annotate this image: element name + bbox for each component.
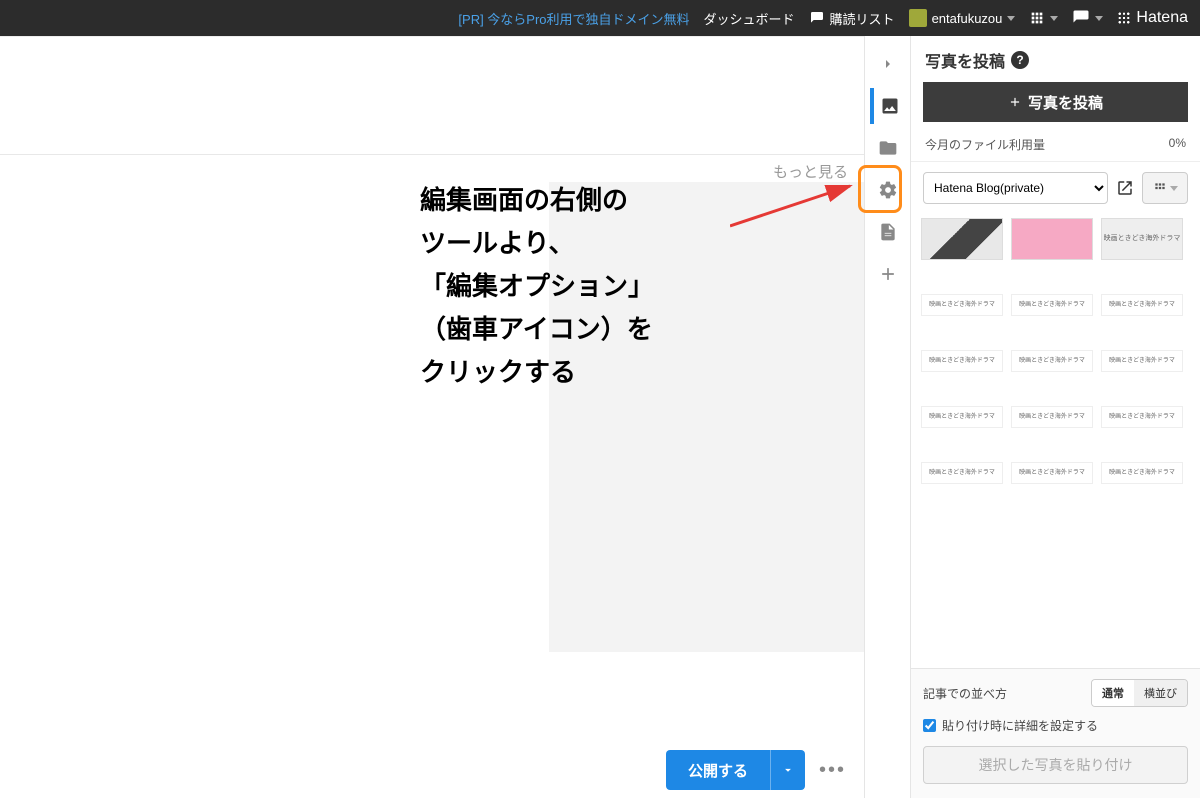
reading-list-label: 購読リスト xyxy=(830,9,895,28)
caret-down-icon xyxy=(1007,16,1015,21)
hatena-dots-icon xyxy=(1117,11,1131,25)
panel-footer: 記事での並べ方 通常 横並び 貼り付け時に詳細を設定する 選択した写真を貼り付け xyxy=(911,668,1200,798)
bottom-bar: 公開する ••• xyxy=(0,750,864,790)
draft-tool[interactable] xyxy=(870,214,906,250)
tool-column xyxy=(864,36,910,798)
caret-down-icon xyxy=(1170,186,1178,191)
title-input-area[interactable] xyxy=(0,95,864,155)
add-tool[interactable] xyxy=(870,256,906,292)
thumbnail[interactable] xyxy=(1011,218,1093,260)
workspace: もっと見る 公開する ••• xyxy=(0,36,1200,798)
category-tool[interactable] xyxy=(870,130,906,166)
apps-menu[interactable] xyxy=(1029,10,1058,26)
detail-checkbox-row[interactable]: 貼り付け時に詳細を設定する xyxy=(923,717,1188,734)
upload-label: 写真を投稿 xyxy=(1028,92,1103,113)
inbox-icon xyxy=(809,10,825,26)
thumbnail-grid: 映画ときどき海外ドラマ 映画ときどき海外ドラマ 映画ときどき海外ドラマ 映画とき… xyxy=(911,214,1200,668)
paste-photo-button[interactable]: 選択した写真を貼り付け xyxy=(923,746,1188,784)
publish-button[interactable]: 公開する xyxy=(666,750,805,790)
hatena-logo[interactable]: Hatena xyxy=(1117,9,1188,27)
layout-side[interactable]: 横並び xyxy=(1134,680,1187,706)
chat-icon xyxy=(1072,9,1090,27)
caret-down-icon xyxy=(1050,16,1058,21)
username-label: entafukuzou xyxy=(932,11,1003,26)
photo-icon xyxy=(880,96,900,116)
detail-checkbox[interactable] xyxy=(923,719,936,732)
layout-label: 記事での並べ方 xyxy=(923,685,1007,702)
plus-icon xyxy=(878,264,898,284)
photo-panel: 写真を投稿 ? 写真を投稿 今月のファイル利用量 0% Hatena Blog(… xyxy=(910,36,1200,798)
chevron-down-icon xyxy=(781,763,795,777)
collapse-button[interactable] xyxy=(870,46,906,82)
thumbnail[interactable]: 映画ときどき海外ドラマ xyxy=(1011,462,1093,484)
usage-row: 今月のファイル利用量 0% xyxy=(911,132,1200,162)
upload-photo-button[interactable]: 写真を投稿 xyxy=(923,82,1188,122)
thumbnail[interactable]: 映画ときどき海外ドラマ xyxy=(921,462,1003,484)
publish-dropdown[interactable] xyxy=(771,763,805,777)
publish-label: 公開する xyxy=(666,760,770,781)
thumbnail[interactable] xyxy=(921,218,1003,260)
layout-normal[interactable]: 通常 xyxy=(1092,680,1134,706)
thumbnail[interactable]: 映画ときどき海外ドラマ xyxy=(921,294,1003,316)
panel-header: 写真を投稿 ? xyxy=(911,36,1200,82)
panel-title: 写真を投稿 xyxy=(925,48,1005,72)
dashboard-link[interactable]: ダッシュボード xyxy=(704,9,795,28)
grid-icon xyxy=(1153,181,1167,195)
layout-toggle: 通常 横並び xyxy=(1091,679,1188,707)
blog-select-row: Hatena Blog(private) xyxy=(911,162,1200,214)
thumbnail[interactable]: 映画ときどき海外ドラマ xyxy=(1011,350,1093,372)
grid-icon xyxy=(1029,10,1045,26)
caret-down-icon xyxy=(1095,16,1103,21)
thumbnail[interactable]: 映画ときどき海外ドラマ xyxy=(1101,462,1183,484)
more-menu[interactable]: ••• xyxy=(819,759,846,782)
thumbnail[interactable]: 映画ときどき海外ドラマ xyxy=(1101,406,1183,428)
edit-options-tool[interactable] xyxy=(870,172,906,208)
user-menu[interactable]: entafukuzou xyxy=(909,9,1016,27)
usage-value: 0% xyxy=(1169,136,1186,153)
avatar-icon xyxy=(909,9,927,27)
layout-row: 記事での並べ方 通常 横並び xyxy=(923,679,1188,707)
reading-list-link[interactable]: 購読リスト xyxy=(809,9,895,28)
help-icon[interactable]: ? xyxy=(1011,51,1029,69)
view-mode-button[interactable] xyxy=(1142,172,1188,204)
chevron-right-icon xyxy=(880,56,896,72)
show-more[interactable]: もっと見る xyxy=(0,155,864,182)
gear-icon xyxy=(878,180,898,200)
blog-select[interactable]: Hatena Blog(private) xyxy=(923,172,1108,204)
thumbnail[interactable]: 映画ときどき海外ドラマ xyxy=(921,406,1003,428)
notifications-menu[interactable] xyxy=(1072,9,1103,27)
open-external-icon[interactable] xyxy=(1116,179,1134,197)
editor-area: もっと見る 公開する ••• xyxy=(0,36,864,798)
annotation-text: 編集画面の右側の ツールより、 「編集オプション」 （歯車アイコン）を クリック… xyxy=(420,180,654,394)
brand-label: Hatena xyxy=(1136,9,1188,27)
thumbnail[interactable]: 映画ときどき海外ドラマ xyxy=(1101,350,1183,372)
thumbnail[interactable]: 映画ときどき海外ドラマ xyxy=(1101,294,1183,316)
thumbnail[interactable]: 映画ときどき海外ドラマ xyxy=(1011,406,1093,428)
thumbnail[interactable]: 映画ときどき海外ドラマ xyxy=(1011,294,1093,316)
usage-label: 今月のファイル利用量 xyxy=(925,136,1045,153)
top-bar: [PR] 今ならPro利用で独自ドメイン無料 ダッシュボード 購読リスト ent… xyxy=(0,0,1200,36)
document-icon xyxy=(878,222,898,242)
thumbnail[interactable]: 映画ときどき海外ドラマ xyxy=(921,350,1003,372)
detail-checkbox-label: 貼り付け時に詳細を設定する xyxy=(942,717,1098,734)
plus-icon xyxy=(1008,95,1022,109)
photo-tool[interactable] xyxy=(870,88,906,124)
pr-link[interactable]: [PR] 今ならPro利用で独自ドメイン無料 xyxy=(458,9,689,28)
folder-icon xyxy=(878,138,898,158)
thumbnail[interactable]: 映画ときどき海外ドラマ xyxy=(1101,218,1183,260)
